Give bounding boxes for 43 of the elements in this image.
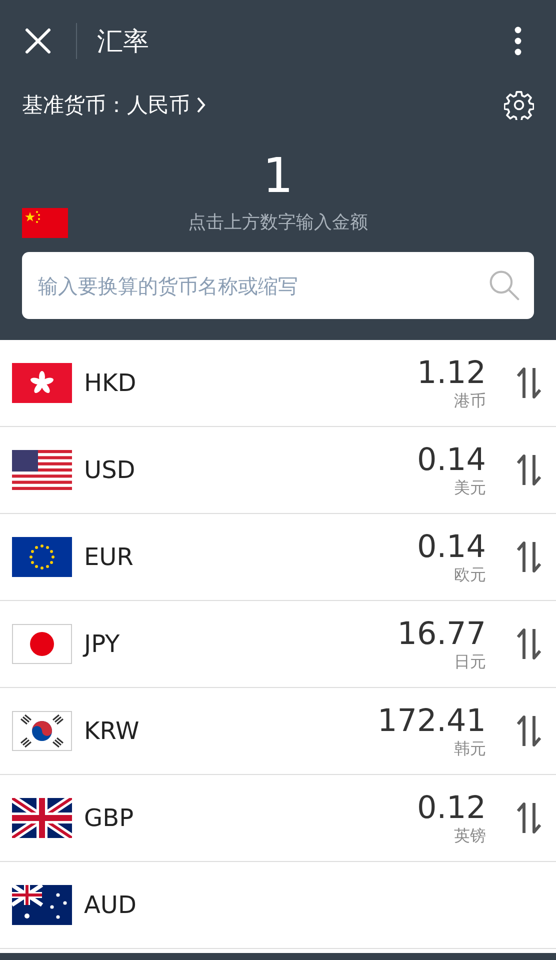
rate-value: 1.12 [416,355,486,391]
currency-code: USD [84,456,136,484]
flag-icon [12,537,72,577]
currency-name: 欧元 [454,565,486,585]
swap-icon[interactable] [516,366,542,400]
rate-value: 0.14 [416,529,486,565]
currency-name: 韩元 [454,739,486,759]
rate-value: 0.14 [416,442,486,478]
more-icon[interactable] [514,26,522,56]
amount-value[interactable]: 1 [262,148,294,204]
window-title: 汇率 [97,26,149,58]
flag-icon [12,798,72,838]
base-currency-link[interactable]: 基准货币：人民币 [22,91,190,119]
swap-icon[interactable] [516,453,542,487]
flag-icon [12,711,72,751]
flag-icon [12,624,72,664]
currency-code: KRW [84,717,140,745]
search-field[interactable]: 输入要换算的货币名称或缩写 [22,252,534,319]
rate-value: 0.12 [416,790,486,826]
amount-hint: 点击上方数字输入金额 [188,211,368,234]
swap-icon[interactable] [516,540,542,574]
close-icon[interactable] [24,27,52,55]
settings-icon[interactable] [504,90,534,120]
currency-code: EUR [84,543,134,571]
currency-name: 港币 [454,391,486,411]
currency-code: HKD [84,369,136,397]
rate-value: 172.41 [378,703,486,739]
search-icon [488,269,520,301]
swap-icon[interactable] [516,627,542,661]
swap-icon[interactable] [516,801,542,835]
chevron-icon[interactable] [196,96,206,114]
flag-icon [12,885,72,925]
swap-icon[interactable] [516,714,542,748]
currency-name: 美元 [454,478,486,498]
flag-icon [12,450,72,490]
flag-icon [22,208,68,238]
currency-code: AUD [84,891,136,919]
currency-code: GBP [84,804,134,832]
currency-name: 日元 [454,652,486,672]
currency-code: JPY [84,630,120,658]
currency-name: 英镑 [454,826,486,846]
rate-value: 16.77 [397,616,486,652]
flag-icon [12,363,72,403]
